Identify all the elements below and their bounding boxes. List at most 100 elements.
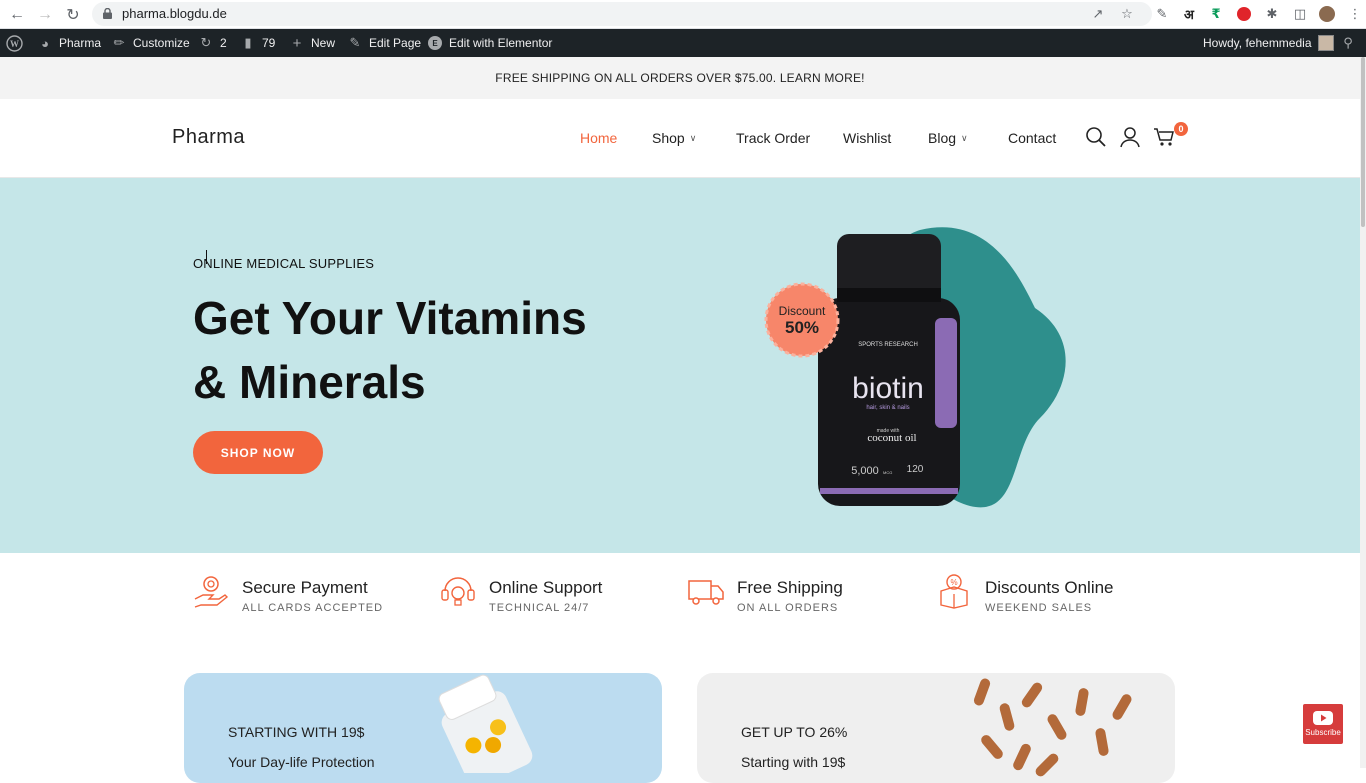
wp-customize-label: Customize bbox=[133, 36, 190, 50]
capsule-6 bbox=[981, 735, 1003, 759]
wp-updates-link[interactable]: ↻ 2 bbox=[198, 29, 227, 57]
wp-edit-page-label: Edit Page bbox=[369, 36, 422, 50]
discount-value: 50% bbox=[785, 318, 819, 337]
card-headline: STARTING WITH 19$ bbox=[228, 724, 365, 740]
capsule-2 bbox=[999, 703, 1015, 731]
wp-search-icon[interactable]: ⚲ bbox=[1340, 29, 1356, 57]
extensions-puzzle-icon[interactable]: ✱ bbox=[1263, 5, 1281, 23]
capsule-8 bbox=[1095, 728, 1109, 756]
wp-elementor-link[interactable]: E Edit with Elementor bbox=[427, 29, 552, 57]
youtube-label: Subscribe bbox=[1305, 728, 1341, 737]
capsule-4 bbox=[1047, 714, 1067, 740]
support-icon bbox=[441, 577, 475, 606]
hero-eyebrow: ONLINE MEDICAL SUPPLIES bbox=[193, 256, 375, 271]
payment-icon bbox=[194, 576, 229, 608]
profile-avatar-icon[interactable] bbox=[1318, 5, 1336, 23]
pencil-icon: ✎ bbox=[349, 35, 361, 50]
url-text[interactable]: pharma.blogdu.de bbox=[122, 6, 227, 21]
nav-wishlist[interactable]: Wishlist bbox=[843, 130, 891, 146]
gift-icon: % bbox=[940, 574, 968, 609]
capsule-7 bbox=[1013, 743, 1031, 771]
wordpress-logo-icon[interactable]: W bbox=[6, 29, 23, 57]
extension-adblock-icon[interactable] bbox=[1235, 5, 1253, 23]
wp-account-menu[interactable]: Howdy, fehemmedia bbox=[1203, 29, 1334, 57]
chrome-menu-icon[interactable]: ⋮ bbox=[1346, 5, 1364, 23]
promo-text[interactable]: FREE SHIPPING ON ALL ORDERS OVER $75.00.… bbox=[495, 71, 864, 85]
capsule-5 bbox=[1075, 688, 1089, 716]
capsule-9 bbox=[1035, 753, 1059, 777]
wp-updates-count: 2 bbox=[220, 36, 227, 50]
address-bar[interactable] bbox=[92, 2, 1152, 26]
capsule-1 bbox=[973, 678, 991, 706]
wp-elementor-label: Edit with Elementor bbox=[449, 36, 553, 50]
comment-icon: ▮ bbox=[244, 35, 252, 50]
nav-blog[interactable]: Blog ∨ bbox=[928, 130, 968, 146]
youtube-icon bbox=[1313, 711, 1333, 725]
share-icon[interactable]: ↗ bbox=[1089, 5, 1107, 23]
promo-bar[interactable]: FREE SHIPPING ON ALL ORDERS OVER $75.00.… bbox=[0, 57, 1360, 99]
nav-blog-label: Blog bbox=[928, 130, 957, 146]
back-icon[interactable]: ← bbox=[6, 4, 28, 26]
hero-banner: ONLINE MEDICAL SUPPLIES Get Your Vitamin… bbox=[0, 178, 1360, 553]
nav-contact[interactable]: Contact bbox=[1008, 130, 1056, 146]
wp-site-link[interactable]: ◕ Pharma bbox=[37, 29, 101, 57]
bottle-dose: 5,000 bbox=[851, 465, 879, 477]
bottle-label-stripe bbox=[935, 318, 957, 428]
lock-icon bbox=[103, 8, 112, 19]
side-panel-icon[interactable]: ◫ bbox=[1291, 5, 1309, 23]
hero-title-line1: Get Your Vitamins bbox=[193, 292, 587, 344]
hero-title-line2: & Minerals bbox=[193, 356, 426, 408]
forward-icon[interactable]: → bbox=[34, 4, 56, 26]
bottle-tagline: hair, skin & nails bbox=[866, 405, 909, 411]
wp-comments-link[interactable]: ▮ 79 bbox=[240, 29, 275, 57]
feature-title: Discounts Online bbox=[985, 578, 1114, 597]
site-header: Pharma Home Shop ∨ Track Order Wishlist B… bbox=[0, 99, 1360, 178]
feature-subtitle: WEEKEND SALES bbox=[985, 602, 1093, 614]
capsules-image bbox=[973, 678, 1132, 777]
nav-shop-label: Shop bbox=[652, 130, 685, 146]
wp-new-link[interactable]: + New bbox=[289, 29, 335, 57]
page-scrollbar[interactable] bbox=[1360, 57, 1366, 768]
nav-track-order-label: Track Order bbox=[736, 130, 811, 146]
truck-icon bbox=[688, 580, 724, 605]
capsule-3 bbox=[1021, 682, 1043, 708]
bottle-count: 120 bbox=[907, 464, 924, 475]
hero-product-illustration: SPORTS RESEARCH biotin hair, skin & nail… bbox=[764, 227, 1066, 508]
shop-now-button[interactable]: SHOP NOW bbox=[193, 431, 323, 474]
bottle-coconut-oil: coconut oil bbox=[867, 432, 916, 444]
browser-toolbar: ← → ↻ pharma.blogdu.de ↗ ☆ ✎ अ ₹ ✱ ◫ ⋮ bbox=[0, 0, 1366, 29]
nav-track-order[interactable]: Track Order bbox=[736, 130, 810, 146]
cart-icon[interactable] bbox=[1153, 126, 1175, 148]
site-logo[interactable]: Pharma bbox=[172, 126, 245, 149]
updates-icon: ↻ bbox=[200, 35, 212, 50]
extension-eyedropper-icon[interactable]: ✎ bbox=[1153, 5, 1171, 23]
svg-text:W: W bbox=[10, 39, 19, 49]
discount-label: Discount bbox=[779, 304, 826, 318]
nav-shop[interactable]: Shop ∨ bbox=[652, 130, 696, 146]
scrollbar-thumb[interactable] bbox=[1361, 57, 1365, 227]
user-avatar bbox=[1317, 35, 1334, 51]
bottle-bottom-stripe bbox=[820, 488, 958, 494]
capsule-10 bbox=[1112, 694, 1132, 720]
youtube-subscribe-button[interactable]: Subscribe bbox=[1303, 704, 1343, 744]
user-account-icon[interactable] bbox=[1119, 126, 1141, 148]
wp-howdy-label: Howdy, fehemmedia bbox=[1203, 36, 1312, 50]
card-headline: GET UP TO 26% bbox=[741, 724, 848, 740]
wp-comments-count: 79 bbox=[262, 36, 276, 50]
feature-subtitle: TECHNICAL 24/7 bbox=[489, 602, 590, 614]
elementor-icon: E bbox=[427, 35, 443, 51]
extension-green-icon[interactable]: ₹ bbox=[1207, 5, 1225, 23]
search-icon[interactable] bbox=[1085, 126, 1107, 148]
promo-card-protection[interactable]: STARTING WITH 19$ Your Day-life Protecti… bbox=[184, 673, 662, 783]
nav-home[interactable]: Home bbox=[580, 130, 617, 146]
nav-contact-label: Contact bbox=[1008, 130, 1057, 146]
wp-edit-page-link[interactable]: ✎ Edit Page bbox=[347, 29, 422, 57]
pill-bottle-image bbox=[438, 674, 533, 773]
bookmark-star-icon[interactable]: ☆ bbox=[1118, 5, 1136, 23]
extension-hindi-icon[interactable]: अ bbox=[1180, 5, 1198, 23]
promo-card-discount[interactable]: GET UP TO 26% Starting with 19$ bbox=[697, 673, 1175, 783]
wp-customize-link[interactable]: ✏ Customize bbox=[111, 29, 190, 57]
bottle-cap-shadow bbox=[837, 288, 941, 302]
reload-icon[interactable]: ↻ bbox=[62, 4, 84, 26]
text-cursor bbox=[206, 250, 208, 264]
